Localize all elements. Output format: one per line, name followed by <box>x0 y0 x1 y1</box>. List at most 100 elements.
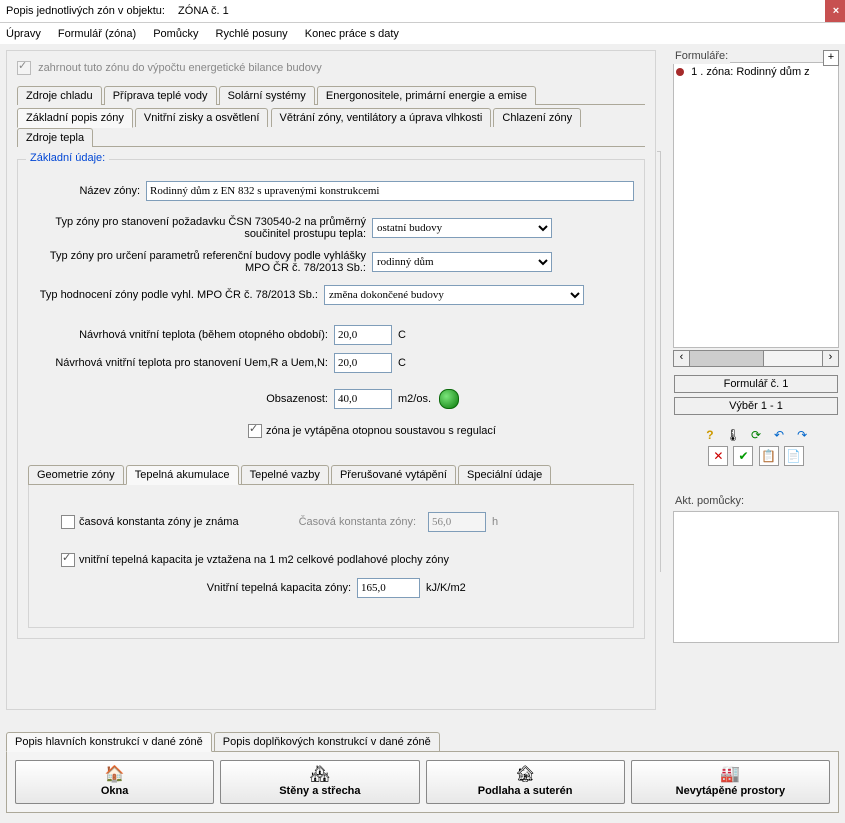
subtab-akumulace[interactable]: Tepelná akumulace <box>126 465 239 485</box>
menu-konec[interactable]: Konec práce s daty <box>305 28 399 40</box>
tab-zakladni[interactable]: Základní popis zóny <box>17 108 133 128</box>
tab-energo[interactable]: Energonositele, primární energie a emise <box>317 86 536 105</box>
form-list[interactable]: 1 . zóna: Rodinný dům z <box>673 62 839 348</box>
typ3-label: Typ hodnocení zóny podle vyhl. MPO ČR č.… <box>28 289 324 301</box>
heated-checkbox[interactable] <box>248 424 262 438</box>
copy-icon[interactable]: 📋 <box>759 446 779 466</box>
subtab-panel: časová konstanta zóny je známa Časová ko… <box>28 485 634 628</box>
tab-solarni[interactable]: Solární systémy <box>219 86 315 105</box>
cap-per-m2-label: vnitřní tepelná kapacita je vztažena na … <box>79 554 449 566</box>
title-prefix: Popis jednotlivých zón v objektu: <box>6 5 165 17</box>
obs-unit: m2/os. <box>398 393 431 405</box>
temp2-label: Návrhová vnitřní teplota pro stanovení U… <box>28 357 334 369</box>
formulare-label: Formuláře: <box>673 50 730 64</box>
cap-unit: kJ/K/m2 <box>426 582 466 594</box>
const-label: Časová konstanta zóny: <box>299 516 422 528</box>
help-label: Akt. pomůcky: <box>673 495 746 509</box>
close-button[interactable]: × <box>825 0 845 22</box>
include-row: zahrnout tuto zónu do výpočtu energetick… <box>17 61 645 75</box>
tab-chlazeni[interactable]: Chlazení zóny <box>493 108 581 127</box>
obs-label: Obsazenost: <box>28 393 334 405</box>
bottom-tabstrip: Popis hlavních konstrukcí v dané zóně Po… <box>6 731 839 752</box>
tab-vetrani[interactable]: Větrání zóny, ventilátory a úprava vlhko… <box>271 108 492 127</box>
undo-icon[interactable]: ↶ <box>770 426 788 444</box>
include-label: zahrnout tuto zónu do výpočtu energetick… <box>38 62 322 74</box>
menu-formular[interactable]: Formulář (zóna) <box>58 28 136 40</box>
right-panel: Formuláře: + 1 . zóna: Rodinný dům z ‹ ›… <box>673 50 839 643</box>
scroll-track[interactable] <box>690 350 822 367</box>
const-known-checkbox[interactable] <box>61 515 75 529</box>
temp1-input[interactable] <box>334 325 392 345</box>
menubar: Úpravy Formulář (zóna) Pomůcky Rychlé po… <box>0 23 845 46</box>
nevyt-label: Nevytápěné prostory <box>636 785 825 797</box>
okna-button[interactable]: 🏠 Okna <box>15 760 214 804</box>
tab-zisky[interactable]: Vnitřní zisky a osvětlení <box>135 108 269 127</box>
nazev-input[interactable] <box>146 181 634 201</box>
bottom-tab-doplnkove[interactable]: Popis doplňkových konstrukcí v dané zóně <box>214 732 440 751</box>
tab-zdroje-chladu[interactable]: Zdroje chladu <box>17 86 102 105</box>
help-icon[interactable]: ? <box>701 426 719 444</box>
titlebar: Popis jednotlivých zón v objektu: ZÓNA č… <box>0 0 845 23</box>
fieldset-legend: Základní údaje: <box>26 152 109 164</box>
formular-button[interactable]: Formulář č. 1 <box>674 375 838 393</box>
tabs-row1: Zdroje chladu Příprava teplé vody Solárn… <box>17 85 645 105</box>
okna-icon: 🏠 <box>20 767 209 783</box>
list-item[interactable]: 1 . zóna: Rodinný dům z <box>676 65 836 79</box>
typ3-select[interactable]: změna dokončené budovy <box>324 285 584 305</box>
ok-icon[interactable]: ✔ <box>733 446 753 466</box>
typ2-select[interactable]: rodinný dům <box>372 252 552 272</box>
steny-button[interactable]: 🏘 Stěny a střecha <box>220 760 419 804</box>
include-checkbox[interactable] <box>17 61 31 75</box>
paste-icon[interactable]: 📄 <box>784 446 804 466</box>
refresh-icon[interactable]: ⟳ <box>747 426 765 444</box>
nevyt-button[interactable]: 🏭 Nevytápěné prostory <box>631 760 830 804</box>
cap-per-m2-checkbox[interactable] <box>61 553 75 567</box>
bottom-section: Popis hlavních konstrukcí v dané zóně Po… <box>6 731 839 813</box>
delete-icon[interactable]: ✕ <box>708 446 728 466</box>
subtab-prerusovane[interactable]: Přerušované vytápění <box>331 465 456 484</box>
big-buttons: 🏠 Okna 🏘 Stěny a střecha 🏚 Podlaha a sut… <box>6 752 839 813</box>
typ1-select[interactable]: ostatní budovy <box>372 218 552 238</box>
list-item-label: 1 . zóna: Rodinný dům z <box>691 66 810 78</box>
steny-icon: 🏘 <box>225 767 414 783</box>
nevyt-icon: 🏭 <box>636 767 825 783</box>
basic-fieldset: Základní údaje: Název zóny: Typ zóny pro… <box>17 159 645 639</box>
podlaha-label: Podlaha a suterén <box>431 785 620 797</box>
steny-label: Stěny a střecha <box>225 785 414 797</box>
typ1-label: Typ zóny pro stanovení požadavku ČSN 730… <box>28 216 372 240</box>
scroll-right-icon[interactable]: › <box>822 350 839 367</box>
vyber-button[interactable]: Výběr 1 - 1 <box>674 397 838 415</box>
toolbar: ? 🌡 ⟳ ↶ ↷ ✕ ✔ 📋 📄 <box>673 425 839 467</box>
bottom-tab-hlavni[interactable]: Popis hlavních konstrukcí v dané zóně <box>6 732 212 752</box>
hscrollbar[interactable]: ‹ › <box>673 350 839 367</box>
cap-label: Vnitřní tepelná kapacita zóny: <box>41 582 357 594</box>
cap-input[interactable] <box>357 578 420 598</box>
thermo-icon[interactable]: 🌡 <box>724 426 742 444</box>
add-form-button[interactable]: + <box>823 50 839 66</box>
tab-priprava-vody[interactable]: Příprava teplé vody <box>104 86 217 105</box>
tab-zdroje-tepla[interactable]: Zdroje tepla <box>17 128 93 147</box>
temp2-unit: C <box>398 357 406 369</box>
help-box <box>673 511 839 643</box>
subtab-geometrie[interactable]: Geometrie zóny <box>28 465 124 484</box>
obs-helper-button[interactable] <box>439 389 459 409</box>
subtab-vazby[interactable]: Tepelné vazby <box>241 465 329 484</box>
podlaha-icon: 🏚 <box>431 767 620 783</box>
const-input <box>428 512 486 532</box>
redo-icon[interactable]: ↷ <box>793 426 811 444</box>
typ2-label: Typ zóny pro určení parametrů referenční… <box>28 250 372 274</box>
menu-rychle[interactable]: Rychlé posuny <box>216 28 288 40</box>
const-unit: h <box>492 516 498 528</box>
const-known-label: časová konstanta zóny je známa <box>79 516 239 528</box>
bullet-icon <box>676 68 684 76</box>
temp2-input[interactable] <box>334 353 392 373</box>
scroll-thumb[interactable] <box>690 351 764 366</box>
subtab-specialni[interactable]: Speciální údaje <box>458 465 551 484</box>
obs-input[interactable] <box>334 389 392 409</box>
main-panel: zahrnout tuto zónu do výpočtu energetick… <box>6 50 656 710</box>
scroll-left-icon[interactable]: ‹ <box>673 350 690 367</box>
tabs-row2: Základní popis zóny Vnitřní zisky a osvě… <box>17 107 645 147</box>
podlaha-button[interactable]: 🏚 Podlaha a suterén <box>426 760 625 804</box>
menu-upravy[interactable]: Úpravy <box>6 28 41 40</box>
menu-pomucky[interactable]: Pomůcky <box>153 28 198 40</box>
